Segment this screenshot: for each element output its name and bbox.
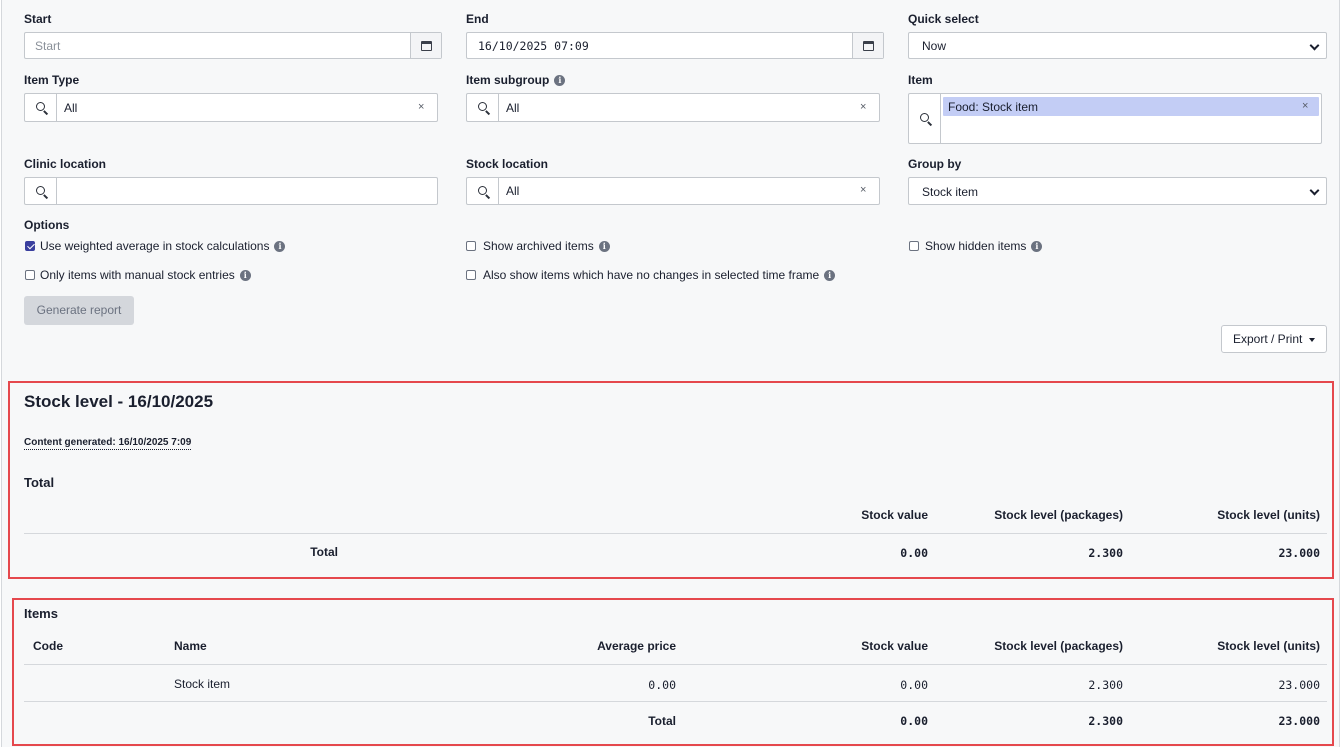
search-icon	[36, 102, 45, 111]
generate-report-button[interactable]: Generate report	[24, 296, 134, 325]
item-subgroup-value: All	[506, 101, 520, 115]
item-stock-value: 0.00	[900, 678, 928, 692]
weighted-average-option: Use weighted average in stock calculatio…	[40, 239, 286, 253]
items-total-stock-value: 0.00	[900, 714, 928, 728]
col-average-price: Average price	[597, 639, 676, 653]
show-hidden-option: Show hidden items i	[925, 239, 1043, 253]
group-by-dropdown[interactable]: Stock item	[908, 177, 1327, 205]
item-type-select[interactable]: All ×	[24, 93, 438, 122]
search-icon	[478, 186, 487, 195]
info-icon[interactable]: i	[239, 270, 251, 282]
item-subgroup-select[interactable]: All ×	[466, 93, 880, 122]
divider	[24, 664, 1327, 665]
item-type-value: All	[64, 101, 78, 115]
item-stock-units: 23.000	[1278, 678, 1320, 692]
item-tag-label: Food: Stock item	[948, 100, 1039, 114]
show-archived-option: Show archived items i	[483, 239, 610, 253]
no-changes-option: Also show items which have no changes in…	[483, 268, 836, 282]
stock-location-value: All	[506, 184, 520, 198]
item-average-price: 0.00	[648, 678, 676, 692]
weighted-average-checkbox[interactable]	[25, 241, 35, 251]
export-print-button[interactable]: Export / Print	[1221, 325, 1327, 353]
start-date-input[interactable]: Start	[24, 32, 442, 59]
group-by-label: Group by	[908, 157, 962, 171]
no-changes-checkbox[interactable]	[466, 270, 476, 280]
search-icon	[920, 113, 929, 122]
start-placeholder: Start	[35, 39, 61, 53]
total-stock-units: 23.000	[1278, 546, 1320, 560]
col-code: Code	[33, 639, 63, 653]
item-subgroup-label: Item subgroup i	[466, 73, 566, 87]
col-stock-value: Stock value	[861, 639, 928, 653]
caret-down-icon	[1309, 338, 1315, 342]
clinic-location-label: Clinic location	[24, 157, 107, 171]
stock-location-select[interactable]: All ×	[466, 177, 880, 205]
start-calendar-button[interactable]	[410, 33, 441, 58]
clear-item-subgroup-icon[interactable]: ×	[860, 101, 866, 113]
divider	[24, 701, 1327, 702]
total-stock-value: 0.00	[900, 546, 928, 560]
start-label: Start	[24, 12, 52, 26]
quick-select-dropdown[interactable]: Now	[908, 32, 1327, 59]
clinic-location-select[interactable]	[24, 177, 438, 205]
calendar-icon	[863, 41, 874, 51]
end-label: End	[466, 12, 489, 26]
item-stock-packages: 2.300	[1088, 678, 1123, 692]
items-heading: Items	[24, 606, 58, 621]
info-icon[interactable]: i	[1031, 241, 1043, 253]
item-name: Stock item	[174, 677, 231, 691]
divider	[24, 533, 1327, 534]
col-stock-packages: Stock level (packages)	[994, 639, 1123, 653]
col-stock-units: Stock level (units)	[1217, 508, 1320, 522]
report-page: Start Start End 16/10/2025 07:09 Quick s…	[1, 0, 1340, 747]
items-total-label: Total	[648, 714, 676, 728]
show-hidden-checkbox[interactable]	[909, 241, 919, 251]
manual-entries-option: Only items with manual stock entries i	[40, 268, 251, 282]
info-icon[interactable]: i	[824, 270, 836, 282]
total-row-label: Total	[310, 545, 338, 559]
item-tag[interactable]: Food: Stock item ×	[943, 97, 1319, 116]
col-name: Name	[174, 639, 207, 653]
quick-select-value: Now	[922, 39, 947, 53]
col-stock-units: Stock level (units)	[1217, 639, 1320, 653]
total-stock-packages: 2.300	[1088, 546, 1123, 560]
report-title: Stock level - 16/10/2025	[24, 392, 214, 411]
info-icon[interactable]: i	[598, 241, 610, 253]
col-stock-value: Stock value	[861, 508, 928, 522]
end-value: 16/10/2025 07:09	[478, 39, 589, 53]
search-icon	[36, 186, 45, 195]
info-icon[interactable]: i	[554, 75, 566, 87]
group-by-value: Stock item	[922, 185, 979, 199]
total-heading: Total	[24, 475, 55, 490]
col-stock-packages: Stock level (packages)	[994, 508, 1123, 522]
item-type-label: Item Type	[24, 73, 80, 87]
end-calendar-button[interactable]	[852, 33, 883, 58]
calendar-icon	[421, 41, 432, 51]
end-date-input[interactable]: 16/10/2025 07:09	[466, 32, 884, 59]
item-label: Item	[908, 73, 933, 87]
quick-select-label: Quick select	[908, 12, 979, 26]
items-total-units: 23.000	[1278, 714, 1320, 728]
manual-entries-checkbox[interactable]	[25, 270, 35, 280]
chevron-down-icon	[1309, 40, 1320, 51]
info-icon[interactable]: i	[274, 241, 286, 253]
show-archived-checkbox[interactable]	[466, 241, 476, 251]
remove-item-tag-icon[interactable]: ×	[1302, 100, 1308, 112]
clear-item-type-icon[interactable]: ×	[418, 101, 424, 113]
options-label: Options	[24, 218, 70, 232]
search-icon	[478, 102, 487, 111]
content-generated-text: Content generated: 16/10/2025 7:09	[24, 437, 192, 450]
stock-location-label: Stock location	[466, 157, 549, 171]
chevron-down-icon	[1309, 185, 1320, 196]
items-total-packages: 2.300	[1088, 714, 1123, 728]
clear-stock-location-icon[interactable]: ×	[860, 184, 866, 196]
